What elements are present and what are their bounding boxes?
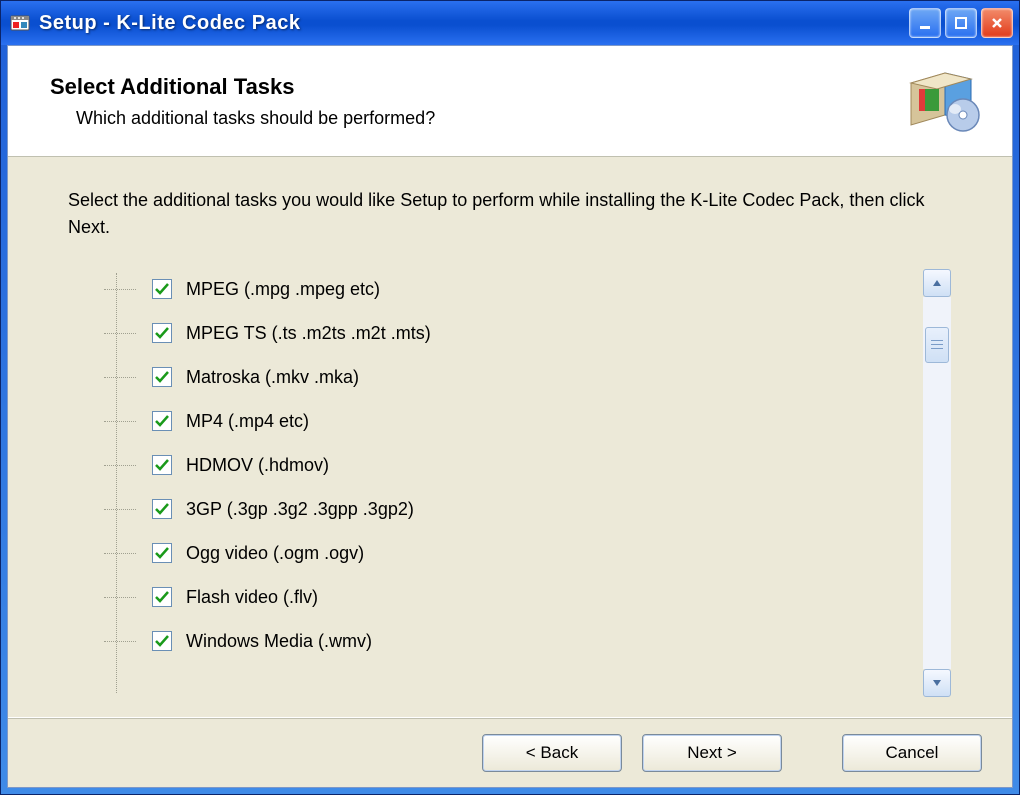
page-subheading: Which additional tasks should be perform… [76,108,904,129]
task-label: Matroska (.mkv .mka) [186,367,359,388]
task-item[interactable]: MPEG (.mpg .mpeg etc) [152,269,910,309]
page-heading: Select Additional Tasks [50,74,904,100]
task-label: MPEG TS (.ts .m2ts .m2t .mts) [186,323,431,344]
window-title: Setup - K-Lite Codec Pack [39,12,909,35]
task-label: HDMOV (.hdmov) [186,455,329,476]
checkbox-icon[interactable] [152,411,172,431]
scroll-up-button[interactable] [923,269,951,297]
checkbox-icon[interactable] [152,455,172,475]
close-button[interactable] [981,8,1013,38]
task-item[interactable]: Ogg video (.ogm .ogv) [152,533,910,573]
task-item[interactable]: Flash video (.flv) [152,577,910,617]
task-item[interactable]: Windows Media (.wmv) [152,621,910,661]
task-item[interactable]: MP4 (.mp4 etc) [152,401,910,441]
checkbox-icon[interactable] [152,631,172,651]
task-label: Flash video (.flv) [186,587,318,608]
wizard-footer: < Back Next > Cancel [8,717,1012,787]
tasks-list-container: MPEG (.mpg .mpeg etc) MPEG TS (.ts .m2ts… [68,269,952,697]
task-label: Ogg video (.ogm .ogv) [186,543,364,564]
task-item[interactable]: MPEG TS (.ts .m2ts .m2t .mts) [152,313,910,353]
instructions-text: Select the additional tasks you would li… [68,187,952,241]
task-item[interactable]: HDMOV (.hdmov) [152,445,910,485]
checkbox-icon[interactable] [152,587,172,607]
titlebar[interactable]: Setup - K-Lite Codec Pack [1,1,1019,45]
wizard-body: Select the additional tasks you would li… [8,157,1012,717]
wizard-header: Select Additional Tasks Which additional… [8,46,1012,157]
task-item[interactable]: Matroska (.mkv .mka) [152,357,910,397]
maximize-button[interactable] [945,8,977,38]
checkbox-icon[interactable] [152,499,172,519]
task-label: MP4 (.mp4 etc) [186,411,309,432]
window-controls [909,8,1013,38]
task-label: 3GP (.3gp .3g2 .3gpp .3gp2) [186,499,414,520]
checkbox-icon[interactable] [152,367,172,387]
client-area: Select Additional Tasks Which additional… [7,45,1013,788]
cancel-button[interactable]: Cancel [842,734,982,772]
setup-window: Setup - K-Lite Codec Pack Select Additio… [0,0,1020,795]
scroll-thumb[interactable] [925,327,949,363]
scrollbar[interactable] [922,269,952,697]
checkbox-icon[interactable] [152,323,172,343]
scroll-track[interactable] [923,297,951,669]
next-button[interactable]: Next > [642,734,782,772]
installer-box-icon [904,64,984,138]
app-icon [9,12,31,34]
checkbox-icon[interactable] [152,543,172,563]
scroll-down-button[interactable] [923,669,951,697]
task-item[interactable]: 3GP (.3gp .3g2 .3gpp .3gp2) [152,489,910,529]
task-label: Windows Media (.wmv) [186,631,372,652]
back-button[interactable]: < Back [482,734,622,772]
task-label: MPEG (.mpg .mpeg etc) [186,279,380,300]
minimize-button[interactable] [909,8,941,38]
tasks-list: MPEG (.mpg .mpeg etc) MPEG TS (.ts .m2ts… [152,269,910,697]
checkbox-icon[interactable] [152,279,172,299]
